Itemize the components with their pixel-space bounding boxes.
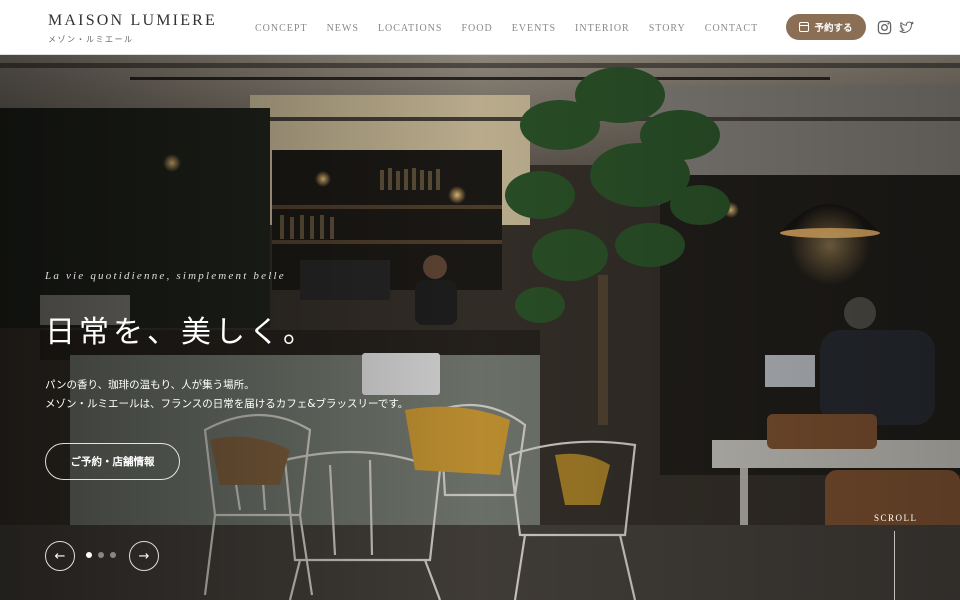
nav-concept[interactable]: CONCEPT bbox=[255, 23, 308, 34]
scroll-indicator-label: SCROLL bbox=[874, 513, 918, 523]
twitter-icon[interactable] bbox=[899, 20, 914, 35]
nav-story[interactable]: STORY bbox=[649, 23, 686, 34]
hero-description: パンの香り、珈琲の温もり、人が集う場所。 メゾン・ルミエールは、フランスの日常を… bbox=[45, 376, 408, 414]
instagram-icon[interactable] bbox=[877, 20, 892, 35]
logo-name: MAISON LUMIERE bbox=[48, 12, 218, 29]
nav-food[interactable]: FOOD bbox=[461, 23, 492, 34]
arrow-right-icon[interactable]: → bbox=[129, 541, 159, 571]
hero-tagline: La vie quotidienne, simplement belle bbox=[45, 270, 286, 282]
slide-indicator bbox=[86, 552, 122, 558]
slide-dot-3[interactable] bbox=[110, 552, 116, 558]
reserve-button[interactable]: 予約する bbox=[786, 14, 866, 40]
slide-dot-1[interactable] bbox=[86, 552, 92, 558]
scroll-indicator-line bbox=[894, 531, 895, 600]
nav-interior[interactable]: INTERIOR bbox=[575, 23, 630, 34]
hero-description-line: メゾン・ルミエールは、フランスの日常を届けるカフェ&ブラッスリーです。 bbox=[45, 398, 409, 410]
main-nav: CONCEPT NEWS LOCATIONS FOOD EVENTS INTER… bbox=[255, 23, 777, 34]
site-header: MAISON LUMIERE メゾン・ルミエール CONCEPT NEWS LO… bbox=[0, 0, 960, 55]
arrow-left-icon[interactable]: ← bbox=[45, 541, 75, 571]
calendar-icon bbox=[799, 22, 810, 32]
nav-contact[interactable]: CONTACT bbox=[705, 23, 758, 34]
hero-headline: 日常を、美しく。 bbox=[45, 315, 317, 350]
logo[interactable]: MAISON LUMIERE メゾン・ルミエール bbox=[48, 12, 217, 45]
reservation-info-button[interactable]: ご予約・店舗情報 bbox=[45, 443, 180, 480]
slide-dot-2[interactable] bbox=[98, 552, 104, 558]
hero-section: La vie quotidienne, simplement belle 日常を… bbox=[0, 55, 960, 600]
nav-news[interactable]: NEWS bbox=[327, 23, 359, 34]
logo-subtitle: メゾン・ルミエール bbox=[48, 35, 134, 44]
hero-description-line: パンの香り、珈琲の温もり、人が集う場所。 bbox=[45, 379, 255, 391]
nav-events[interactable]: EVENTS bbox=[512, 23, 556, 34]
nav-locations[interactable]: LOCATIONS bbox=[378, 23, 443, 34]
reserve-button-label: 予約する bbox=[814, 23, 853, 34]
